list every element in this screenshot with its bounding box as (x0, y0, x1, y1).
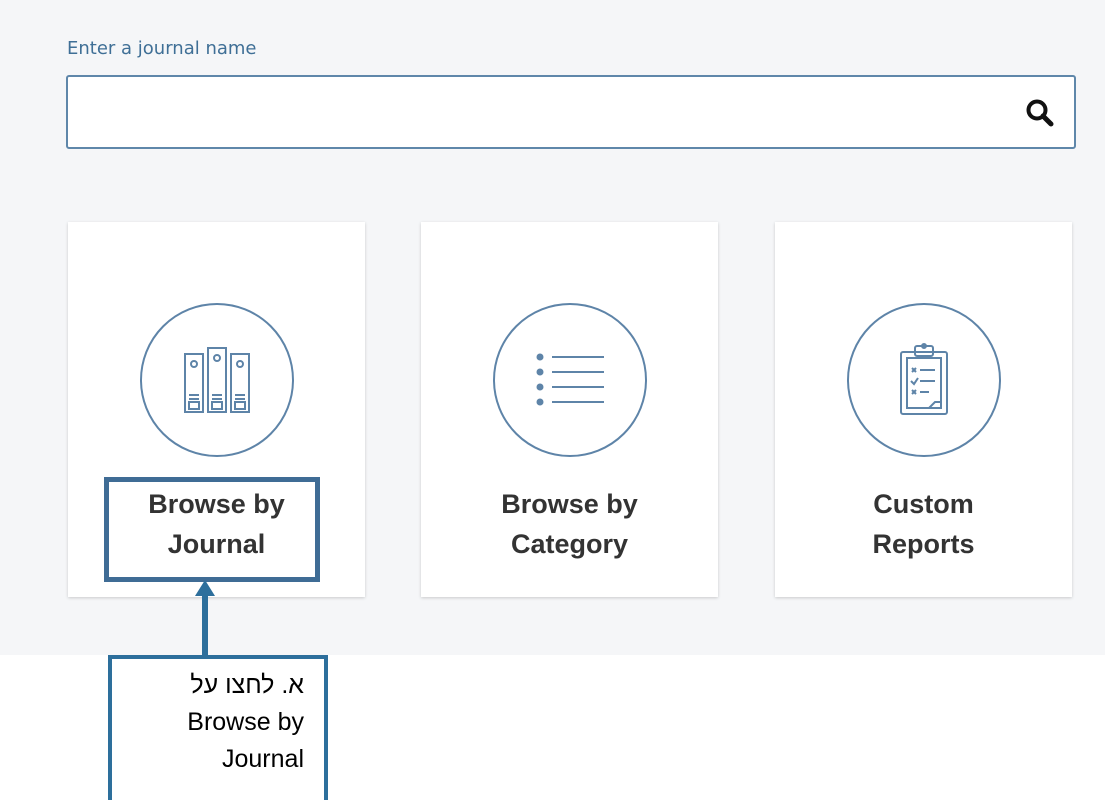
category-icon-circle (493, 303, 647, 457)
callout-line-2: Browse by (187, 708, 304, 736)
search-label: Enter a journal name (67, 38, 257, 59)
callout-line-3: Journal (222, 745, 304, 773)
browse-by-category-card[interactable]: Browse by Category (421, 222, 718, 597)
custom-reports-label: Custom Reports (872, 489, 975, 559)
search-button[interactable] (1020, 93, 1060, 133)
browse-by-category-label: Browse by Category (501, 489, 638, 559)
clipboard-icon (900, 343, 948, 415)
reports-icon-circle (847, 303, 1001, 457)
callout-line-1: א. לחצו על (190, 671, 304, 699)
binders-icon (184, 347, 250, 413)
arrow-line (202, 593, 208, 655)
list-icon (536, 353, 604, 406)
instruction-callout: א. לחצו על Browse by Journal (108, 655, 328, 800)
highlight-box (104, 477, 320, 582)
custom-reports-card[interactable]: Custom Reports (775, 222, 1072, 597)
search-icon (1026, 99, 1054, 127)
journal-search-input[interactable] (80, 87, 1004, 139)
journal-search-box (66, 75, 1076, 149)
journal-icon-circle (140, 303, 294, 457)
